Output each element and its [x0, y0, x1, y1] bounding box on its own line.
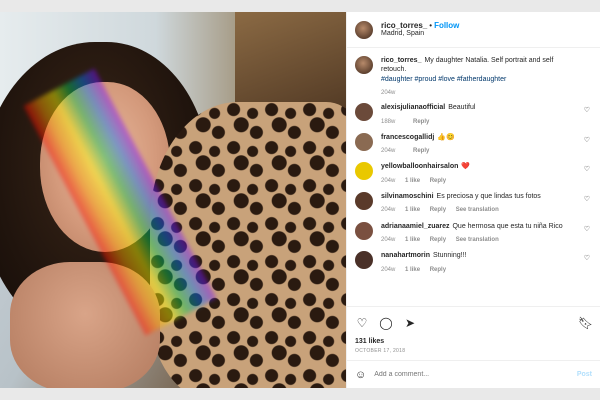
comment-meta: 204w 1 like Reply	[381, 266, 578, 274]
post-caption: rico_torres_ My daughter Natalia. Self po…	[355, 56, 592, 97]
comment-like-icon[interactable]: ♡	[584, 136, 590, 144]
comment-age: 204w	[381, 207, 396, 214]
comment-body: adrianaamiel_zuarez Que hermosa que esta …	[381, 222, 592, 245]
comment-meta: 188w Reply	[381, 118, 578, 126]
see-translation-button[interactable]: See translation	[456, 237, 499, 243]
post-location[interactable]: Madrid, Spain	[381, 30, 459, 38]
caption-meta: 204w	[381, 89, 578, 97]
post-photo[interactable]	[0, 12, 346, 388]
comment-age: 188w	[381, 118, 396, 125]
comment-text: Stunning!!!	[433, 252, 467, 260]
commenter-username[interactable]: francescogallidj	[381, 134, 434, 141]
commenter-username[interactable]: adrianaamiel_zuarez	[381, 223, 449, 230]
caption-body: rico_torres_ My daughter Natalia. Self po…	[381, 56, 592, 97]
commenter-avatar[interactable]	[355, 103, 373, 122]
comment-text: Que hermosa que esta tu niña Rico	[452, 222, 563, 230]
commenter-username[interactable]: nanahartmorin	[381, 252, 430, 259]
commenter-username[interactable]: alexisjulianaofficial	[381, 104, 445, 111]
comment-age: 204w	[381, 177, 396, 184]
commenter-username[interactable]: yellowballoonhairsalon	[381, 163, 458, 170]
comment-like-icon[interactable]: ♡	[584, 106, 590, 114]
backdrop-bottom	[0, 388, 600, 400]
comment-input[interactable]	[374, 371, 577, 378]
commenter-avatar[interactable]	[355, 251, 373, 270]
comment-meta: 204w Reply	[381, 147, 578, 155]
comment-likes[interactable]: 1 like	[405, 207, 420, 213]
reply-button[interactable]: Reply	[430, 237, 446, 243]
reply-button[interactable]: Reply	[430, 207, 446, 213]
comment-body: alexisjulianaofficial Beautiful 188w Repl…	[381, 103, 592, 126]
comment-body: yellowballoonhairsalon ❤️ 204w 1 like Rep…	[381, 162, 592, 185]
caption-hashtags[interactable]: #daughter #proud #love #fatherdaughter	[381, 75, 578, 84]
comment-like-icon[interactable]: ♡	[584, 165, 590, 173]
author-username[interactable]: rico_torres_	[381, 21, 427, 30]
bookmark-icon[interactable]: 🔖︎	[578, 316, 593, 330]
reply-button[interactable]: Reply	[413, 148, 429, 154]
comment-age: 204w	[381, 236, 396, 243]
comment-item: silvinamoschini Es preciosa y que lindas …	[355, 192, 592, 215]
comment-likes[interactable]: 1 like	[405, 237, 420, 243]
post-comment-button[interactable]: Post	[577, 371, 592, 378]
comment-text: Es preciosa y que lindas tus fotos	[436, 193, 541, 200]
comment-icon[interactable]: ◯	[379, 316, 393, 330]
comment-likes[interactable]: 1 like	[405, 267, 420, 273]
comment-age: 204w	[381, 148, 396, 155]
commenter-avatar[interactable]	[355, 192, 373, 210]
comment-meta: 204w 1 like Reply	[381, 177, 578, 185]
author-info: rico_torres_ • Follow Madrid, Spain	[381, 21, 459, 39]
comment-text: Beautiful	[448, 104, 476, 112]
comment-text: 👍😊	[437, 133, 455, 141]
caption-username[interactable]: rico_torres_	[381, 57, 421, 64]
comment-body: nanahartmorin Stunning!!! 204w 1 like Rep…	[381, 251, 592, 274]
comment-item: adrianaamiel_zuarez Que hermosa que esta …	[355, 221, 592, 245]
emoji-icon[interactable]: ☺	[355, 369, 366, 381]
post-modal: rico_torres_ • Follow Madrid, Spain rico_t…	[0, 12, 600, 388]
reply-button[interactable]: Reply	[430, 267, 446, 273]
comment-body: silvinamoschini Es preciosa y que lindas …	[381, 192, 592, 215]
comment-item: francescogallidj 👍😊 204w Reply ♡	[355, 132, 592, 156]
separator-dot: •	[429, 20, 433, 30]
commenter-avatar[interactable]	[355, 221, 373, 240]
comment-like-icon[interactable]: ♡	[584, 254, 590, 262]
caption-age: 204w	[381, 90, 396, 97]
follow-button[interactable]: Follow	[434, 21, 459, 30]
comments-list[interactable]: rico_torres_ My daughter Natalia. Self po…	[347, 48, 600, 306]
comment-meta: 204w 1 like Reply See translation	[381, 206, 578, 214]
post-header: rico_torres_ • Follow Madrid, Spain	[347, 12, 600, 48]
comment-like-icon[interactable]: ♡	[584, 195, 590, 203]
comment-likes[interactable]: 1 like	[405, 178, 420, 184]
commenter-username[interactable]: silvinamoschini	[381, 193, 434, 200]
commenter-avatar[interactable]	[355, 132, 373, 151]
see-translation-button[interactable]: See translation	[456, 207, 499, 213]
comment-item: yellowballoonhairsalon ❤️ 204w 1 like Rep…	[355, 162, 592, 185]
comment-item: nanahartmorin Stunning!!! 204w 1 like Rep…	[355, 251, 592, 274]
author-avatar[interactable]	[355, 20, 373, 39]
likes-count[interactable]: 131 likes	[347, 338, 600, 345]
author-line: rico_torres_ • Follow	[381, 21, 459, 31]
comment-body: francescogallidj 👍😊 204w Reply	[381, 133, 592, 156]
post-date: OCTOBER 17, 2018	[355, 348, 406, 354]
action-bar: ♡ ◯ ➤ 🔖︎	[347, 306, 600, 338]
heart-icon[interactable]: ♡	[355, 316, 369, 330]
reply-button[interactable]: Reply	[430, 178, 446, 184]
commenter-avatar[interactable]	[355, 162, 373, 181]
backdrop-top	[0, 0, 600, 12]
add-comment-bar: ☺ Post	[347, 360, 600, 388]
comment-like-icon[interactable]: ♡	[584, 225, 590, 233]
comment-meta: 204w 1 like Reply See translation	[381, 236, 578, 244]
reply-button[interactable]: Reply	[413, 119, 429, 125]
post-side-panel: rico_torres_ • Follow Madrid, Spain rico_t…	[346, 12, 600, 388]
comment-thread: alexisjulianaofficial Beautiful 188w Repl…	[355, 103, 592, 273]
share-icon[interactable]: ➤	[403, 316, 417, 330]
caption-avatar[interactable]	[355, 56, 373, 74]
comment-text: ❤️	[461, 163, 471, 171]
comment-age: 204w	[381, 266, 396, 273]
comment-item: alexisjulianaofficial Beautiful 188w Repl…	[355, 103, 592, 126]
